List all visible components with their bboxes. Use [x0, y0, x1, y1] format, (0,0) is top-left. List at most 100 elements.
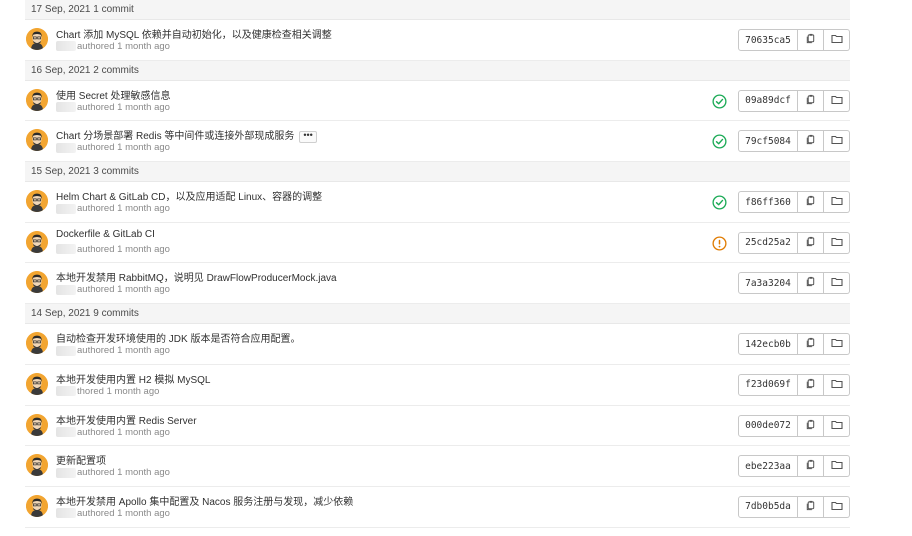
copy-sha-button[interactable]: [798, 231, 824, 254]
avatar-icon[interactable]: [26, 129, 48, 152]
commit-sha-button[interactable]: 7a3a3204: [738, 272, 798, 295]
commit-row: 本地开发禁用 RabbitMQ，说明见 DrawFlowProducerMock…: [25, 263, 850, 305]
commit-sha-button[interactable]: 79cf5084: [738, 130, 798, 153]
commit-title-text[interactable]: 本地开发禁用 RabbitMQ，说明见 DrawFlowProducerMock…: [56, 273, 337, 284]
avatar-icon[interactable]: [26, 332, 48, 355]
copy-sha-button[interactable]: [798, 495, 824, 518]
check-circle-icon[interactable]: [712, 94, 727, 109]
commit-meta: authored 1 month ago: [56, 244, 170, 255]
copy-sha-button[interactable]: [798, 272, 824, 295]
commit-actions: 7a3a3204: [738, 272, 850, 295]
commit-title-text[interactable]: 本地开发使用内置 H2 模拟 MySQL: [56, 375, 210, 386]
commit-title-text[interactable]: 自动检查开发环境使用的 JDK 版本是否符合应用配置。: [56, 334, 300, 345]
commit-title-text[interactable]: Chart 分场景部署 Redis 等中间件或连接外部现成服务: [56, 131, 294, 142]
browse-files-button[interactable]: [824, 89, 850, 112]
check-circle-icon[interactable]: [712, 134, 727, 149]
commit-sha-button[interactable]: 09a89dcf: [738, 89, 798, 112]
commit-sha-button[interactable]: f23d069f: [738, 373, 798, 396]
avatar-icon[interactable]: [26, 413, 48, 436]
commit-sha-button[interactable]: f86ff360: [738, 191, 798, 214]
commit-sha-button[interactable]: 7db0b5da: [738, 495, 798, 518]
commit-title-text[interactable]: 使用 Secret 处理敏感信息: [56, 91, 170, 102]
browse-files-button[interactable]: [824, 455, 850, 478]
copy-sha-button[interactable]: [798, 130, 824, 153]
folder-icon: [830, 236, 843, 250]
commit-sha-button[interactable]: 000de072: [738, 414, 798, 437]
commit-title[interactable]: 本地开发禁用 Apollo 集中配置及 Nacos 服务注册与发现，减少依赖: [56, 493, 353, 508]
commit-sha-button[interactable]: 70635ca5: [738, 29, 798, 51]
commit-sha-button[interactable]: 142ecb0b: [738, 333, 798, 356]
commit-sha-button[interactable]: ebe223aa: [738, 455, 798, 478]
browse-files-button[interactable]: [824, 272, 850, 295]
commit-actions: 25cd25a2: [738, 231, 850, 254]
copy-sha-button[interactable]: [798, 29, 824, 51]
browse-files-button[interactable]: [824, 191, 850, 214]
commit-meta: authored 1 month ago: [56, 345, 170, 356]
avatar-icon[interactable]: [26, 190, 48, 213]
copy-icon: [805, 195, 816, 209]
copy-sha-button[interactable]: [798, 89, 824, 112]
commit-title[interactable]: Chart 添加 MySQL 依赖并自动初始化，以及健康检查相关调整: [56, 26, 332, 41]
commit-actions: 70635ca5: [738, 29, 850, 51]
copy-sha-button[interactable]: [798, 455, 824, 478]
browse-files-button[interactable]: [824, 495, 850, 518]
avatar-icon[interactable]: [26, 230, 48, 253]
commit-meta: authored 1 month ago: [56, 41, 170, 52]
commit-title-text[interactable]: 本地开发禁用 Apollo 集中配置及 Nacos 服务注册与发现，减少依赖: [56, 497, 353, 508]
toggle-description-button[interactable]: •••: [299, 130, 317, 143]
commit-title-text[interactable]: 更新配置项: [56, 456, 106, 467]
commit-title-text[interactable]: Helm Chart & GitLab CD，以及应用适配 Linux、容器的调…: [56, 192, 322, 203]
commit-title[interactable]: Helm Chart & GitLab CD，以及应用适配 Linux、容器的调…: [56, 188, 322, 203]
commit-row: 本地开发使用内置 H2 模拟 MySQL thored 1 month ago f2…: [25, 365, 850, 406]
copy-icon: [805, 276, 816, 290]
authored-time: authored 1 month ago: [77, 41, 170, 52]
commit-title[interactable]: 本地开发使用内置 Redis Server: [56, 412, 197, 427]
avatar-icon[interactable]: [26, 271, 48, 294]
avatar-icon[interactable]: [26, 372, 48, 395]
avatar-icon[interactable]: [26, 454, 48, 477]
folder-icon: [830, 419, 843, 433]
copy-sha-button[interactable]: [798, 333, 824, 356]
author-name-redacted: [56, 284, 76, 295]
commit-title[interactable]: 使用 Secret 处理敏感信息: [56, 87, 170, 102]
avatar-icon[interactable]: [26, 88, 48, 111]
commit-meta: authored 1 month ago: [56, 427, 170, 438]
copy-sha-button[interactable]: [798, 191, 824, 214]
copy-icon: [805, 236, 816, 250]
author-name-redacted: [56, 41, 76, 52]
commit-title[interactable]: Dockerfile & GitLab CI: [56, 229, 155, 240]
commit-title[interactable]: 本地开发使用内置 H2 模拟 MySQL: [56, 371, 210, 386]
commit-title[interactable]: 本地开发禁用 RabbitMQ，说明见 DrawFlowProducerMock…: [56, 269, 337, 284]
commit-title-text[interactable]: Chart 添加 MySQL 依赖并自动初始化，以及健康检查相关调整: [56, 30, 332, 41]
commit-title[interactable]: Chart 分场景部署 Redis 等中间件或连接外部现成服务 •••: [56, 127, 317, 143]
browse-files-button[interactable]: [824, 373, 850, 396]
folder-icon: [830, 195, 843, 209]
commit-row: 自动检查开发环境使用的 JDK 版本是否符合应用配置。 authored 1 mo…: [25, 324, 850, 365]
authored-time: authored 1 month ago: [77, 284, 170, 296]
avatar-icon[interactable]: [26, 494, 48, 517]
commit-sha-button[interactable]: 25cd25a2: [738, 231, 798, 254]
commit-title[interactable]: 更新配置项: [56, 452, 106, 467]
commit-row: 本地开发使用内置 Redis Server authored 1 month ag…: [25, 406, 850, 447]
avatar-icon[interactable]: [26, 28, 48, 50]
copy-icon: [805, 419, 816, 433]
browse-files-button[interactable]: [824, 231, 850, 254]
commit-title[interactable]: 自动检查开发环境使用的 JDK 版本是否符合应用配置。: [56, 330, 300, 345]
commit-title-text[interactable]: 本地开发使用内置 Redis Server: [56, 416, 197, 427]
folder-icon: [830, 459, 843, 473]
copy-icon: [805, 94, 816, 108]
commit-actions: 000de072: [738, 414, 850, 437]
browse-files-button[interactable]: [824, 333, 850, 356]
folder-icon: [830, 276, 843, 290]
copy-sha-button[interactable]: [798, 373, 824, 396]
browse-files-button[interactable]: [824, 130, 850, 153]
author-name-redacted: [56, 508, 76, 519]
exclamation-circle-icon[interactable]: [712, 236, 727, 251]
browse-files-button[interactable]: [824, 29, 850, 51]
author-name-redacted: [56, 345, 76, 356]
check-circle-icon[interactable]: [712, 195, 727, 210]
copy-sha-button[interactable]: [798, 414, 824, 437]
browse-files-button[interactable]: [824, 414, 850, 437]
folder-icon: [830, 378, 843, 392]
commit-title-text[interactable]: Dockerfile & GitLab CI: [56, 229, 155, 240]
